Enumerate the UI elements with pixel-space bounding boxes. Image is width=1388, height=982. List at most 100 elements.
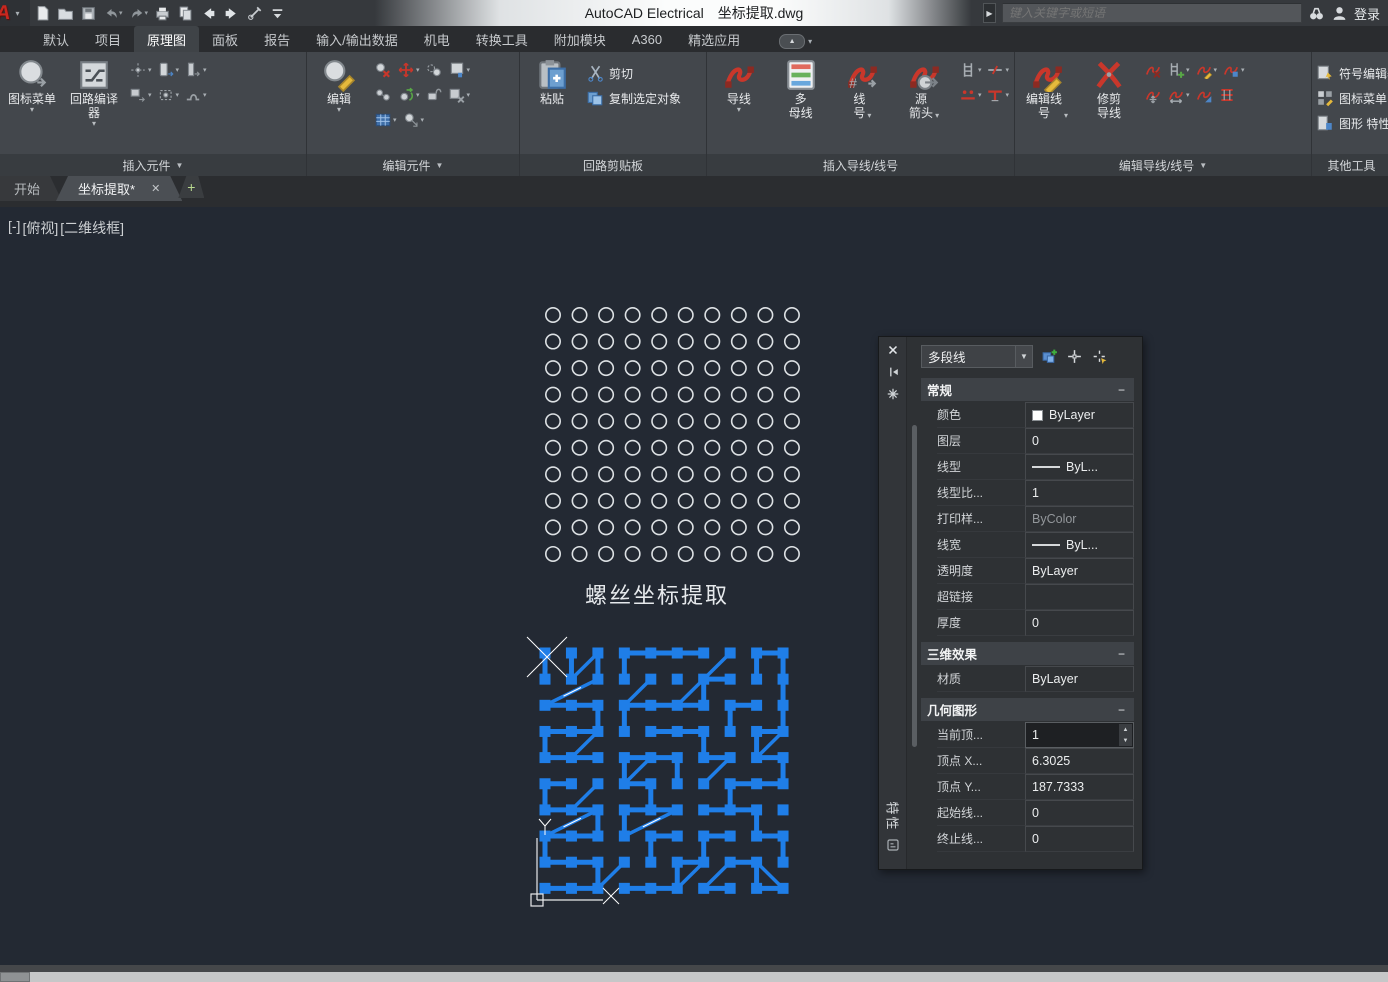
new-tab-button[interactable]: + — [178, 176, 204, 198]
insert-panel-b-button[interactable]: ▾ — [183, 60, 208, 80]
property-value[interactable]: 1▲▼ — [1025, 722, 1134, 748]
auto-hide-icon[interactable] — [886, 365, 900, 379]
chevron-down-icon[interactable]: ▼ — [1015, 346, 1032, 367]
chevron-down-icon[interactable]: ▾ — [337, 106, 341, 114]
panel-label-插入元件[interactable]: 插入元件▼ — [0, 154, 306, 176]
close-icon[interactable]: ✕ — [151, 182, 160, 195]
property-value[interactable]: 1 — [1025, 480, 1134, 506]
ribbon-tab-附加模块[interactable]: 附加模块 — [541, 26, 619, 52]
collapse-icon[interactable]: − — [1115, 384, 1128, 395]
swap-green-button[interactable]: ▾ — [396, 85, 421, 105]
button-源箭头[interactable]: 源 箭头▾ — [896, 56, 952, 120]
palette-title-strip[interactable]: 特性 — [879, 337, 907, 869]
select-objects-icon[interactable] — [1066, 348, 1083, 365]
sign-in-button[interactable]: 登录 — [1354, 4, 1380, 23]
insert-multi-button[interactable]: ▾ — [128, 60, 153, 80]
button-线号[interactable]: #线 号▾ — [834, 56, 890, 120]
chevron-down-icon[interactable]: ▾ — [808, 37, 812, 46]
search-icon[interactable] — [1308, 5, 1325, 22]
property-value[interactable]: 0 — [1025, 428, 1134, 454]
chain-button[interactable] — [373, 85, 393, 105]
chevron-down-icon[interactable]: ▾ — [30, 106, 34, 114]
chevron-down-icon[interactable]: ▾ — [1005, 66, 1009, 74]
property-value[interactable]: 187.7333 — [1025, 774, 1134, 800]
open-folder-button[interactable] — [55, 2, 76, 24]
insert-wire-arrow-button[interactable]: ▾ — [128, 85, 153, 105]
wire-blue-box-button[interactable]: ▾ — [1221, 60, 1246, 80]
collapse-icon[interactable]: − — [1115, 704, 1128, 715]
ladder-plus-button[interactable]: ▾ — [1166, 60, 1191, 80]
button-回路编译器[interactable]: 回路编译器▾ — [66, 56, 122, 128]
chevron-down-icon[interactable]: ▾ — [119, 9, 123, 17]
button-粘贴[interactable]: 粘贴 — [524, 56, 580, 106]
chevron-down-icon[interactable]: ▾ — [867, 112, 871, 120]
chevron-down-icon[interactable]: ▾ — [416, 66, 420, 74]
ribbon-collapse-button[interactable]: ▲▾ — [779, 34, 812, 49]
chevron-down-icon[interactable]: ▾ — [978, 66, 982, 74]
wire-tee-button[interactable]: ▾ — [985, 85, 1010, 105]
ribbon-tab-报告[interactable]: 报告 — [251, 26, 303, 52]
chevron-down-icon[interactable]: ▾ — [176, 91, 180, 99]
chevron-down-icon[interactable]: ▾ — [978, 91, 982, 99]
ribbon-tab-面板[interactable]: 面板 — [199, 26, 251, 52]
ribbon-tab-默认[interactable]: 默认 — [30, 26, 82, 52]
file-tab-开始[interactable]: 开始 — [0, 176, 62, 201]
wire-red-dot-button[interactable]: ▾ — [958, 85, 983, 105]
move-component-button[interactable]: ▾ — [396, 60, 421, 80]
button-复制选定对象[interactable]: 复制选定对象 — [586, 89, 681, 107]
section-header[interactable]: 三维效果− — [921, 642, 1134, 665]
button-图形 特性[interactable]: 图形 特性 — [1316, 114, 1388, 132]
chevron-down-icon[interactable]: ▾ — [1214, 66, 1218, 74]
panel-flyout-icon[interactable]: ▼ — [1199, 161, 1207, 170]
chevron-down-icon[interactable]: ▾ — [1186, 66, 1190, 74]
panel-label-回路剪贴板[interactable]: 回路剪贴板 — [520, 154, 706, 176]
button-图标菜单[interactable]: 图标菜单 — [1316, 89, 1388, 107]
collapse-icon[interactable]: − — [1115, 648, 1128, 659]
chevron-down-icon[interactable]: ▾ — [148, 66, 152, 74]
panel-blue-button[interactable]: ▾ — [447, 60, 472, 80]
chevron-down-icon[interactable]: ▾ — [737, 106, 741, 114]
scrollbar-thumb[interactable] — [0, 972, 30, 982]
tag-circle-button[interactable]: ▾ — [401, 110, 426, 130]
panel-flyout-icon[interactable]: ▼ — [436, 161, 444, 170]
section-header[interactable]: 几何图形− — [921, 698, 1134, 721]
panel-label-其他工具[interactable]: 其他工具 — [1312, 154, 1388, 176]
property-value[interactable] — [1025, 584, 1134, 610]
user-avatar-icon[interactable] — [1331, 5, 1348, 22]
ribbon-tab-机电[interactable]: 机电 — [411, 26, 463, 52]
ribbon-tab-原理图[interactable]: 原理图 — [134, 26, 199, 52]
chevron-down-icon[interactable]: ▾ — [935, 112, 939, 120]
quick-select-icon[interactable] — [1091, 348, 1108, 365]
ribbon-tab-输入/输出数据[interactable]: 输入/输出数据 — [303, 26, 411, 52]
wire-stretch-button[interactable]: ▾ — [1166, 85, 1191, 105]
chevron-down-icon[interactable]: ▾ — [467, 66, 471, 74]
property-value[interactable]: 0 — [1025, 610, 1134, 636]
palette-scrollbar[interactable] — [912, 425, 917, 747]
insert-box-button[interactable]: ▾ — [156, 85, 181, 105]
plot-button[interactable] — [152, 2, 173, 24]
box-x-button[interactable]: ▾ — [447, 85, 472, 105]
chevron-down-icon[interactable]: ▾ — [203, 91, 207, 99]
drawing-canvas[interactable]: 螺丝坐标提取 [-][俯视][二维线框] — [0, 207, 1388, 965]
file-tab-坐标提取*[interactable]: 坐标提取*✕ — [56, 176, 182, 201]
section-header[interactable]: 常规− — [921, 378, 1134, 401]
copy-doc-button[interactable] — [175, 2, 196, 24]
spinner-down-icon[interactable]: ▼ — [1123, 738, 1129, 744]
ribbon-tab-项目[interactable]: 项目 — [82, 26, 134, 52]
copy-dashed-button[interactable] — [424, 60, 444, 80]
chevron-down-icon[interactable]: ▾ — [203, 66, 207, 74]
panel-flyout-icon[interactable]: ▼ — [176, 161, 184, 170]
hook-box-button[interactable] — [424, 85, 444, 105]
nav-forward-button[interactable] — [221, 2, 242, 24]
table-blue-button[interactable]: ▾ — [373, 110, 398, 130]
property-value[interactable]: ByLayer — [1025, 402, 1134, 428]
qat-customize-button[interactable] — [267, 2, 288, 24]
ribbon-tab-精选应用[interactable]: 精选应用 — [675, 26, 753, 52]
button-多母线[interactable]: 多 母线 — [773, 56, 829, 120]
ribbon-tab-A360[interactable]: A360 — [619, 26, 675, 52]
application-menu-button[interactable]: A ▾ — [0, 0, 30, 26]
wire-move-button[interactable] — [1143, 85, 1163, 105]
button-编辑[interactable]: 编辑▾ — [311, 56, 367, 114]
panel-label-编辑元件[interactable]: 编辑元件▼ — [307, 154, 519, 176]
spinner-up-icon[interactable]: ▲ — [1123, 727, 1129, 733]
